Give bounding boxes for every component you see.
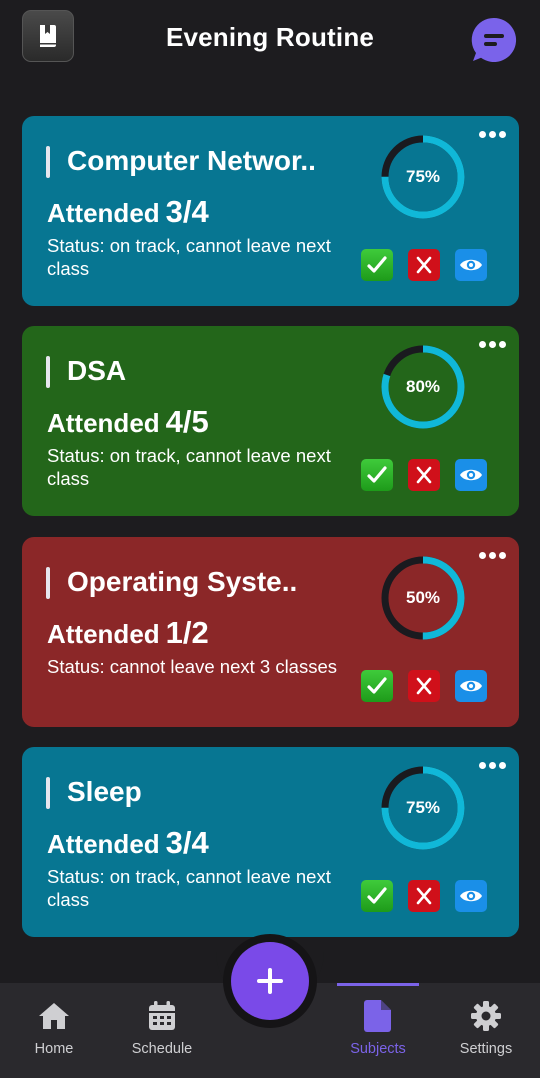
nav-item-home[interactable]: Home	[4, 983, 104, 1078]
percent-label: 50%	[405, 588, 441, 607]
card-accent-bar	[46, 356, 50, 388]
attended-value: 4/5	[165, 404, 209, 439]
nav-item-schedule[interactable]: Schedule	[112, 983, 212, 1078]
card-accent-bar	[46, 146, 50, 178]
status-text: Status: on track, cannot leave next clas…	[47, 235, 331, 279]
attended-label: Attended	[47, 408, 160, 438]
subject-title: DSA	[67, 355, 127, 386]
app-header: Evening Routine	[0, 0, 540, 82]
mark-present-button[interactable]	[361, 249, 393, 281]
more-options-icon[interactable]	[477, 124, 507, 144]
status-text: Status: cannot leave next 3 classes	[47, 656, 338, 677]
mark-absent-button[interactable]	[408, 670, 440, 702]
nav-label-settings: Settings	[459, 1041, 513, 1057]
attended-value: 1/2	[165, 615, 209, 650]
attendance-summary: Attended 4/5	[47, 404, 209, 440]
nav-label-schedule: Schedule	[131, 1041, 193, 1057]
attendance-summary: Attended 3/4	[47, 194, 209, 230]
cross-icon	[416, 256, 432, 274]
percent-label: 80%	[405, 377, 441, 396]
mark-present-button[interactable]	[361, 880, 393, 912]
subject-title: Sleep	[67, 776, 142, 807]
check-icon	[367, 887, 387, 904]
subject-title: Computer Networ..	[67, 145, 316, 176]
subject-card[interactable]: Operating Syste.. Attended 1/2 Status: ca…	[22, 537, 519, 727]
more-options-icon[interactable]	[477, 755, 507, 775]
eye-icon	[460, 259, 482, 271]
attended-label: Attended	[47, 829, 160, 859]
attended-label: Attended	[47, 198, 160, 228]
attended-label: Attended	[47, 619, 160, 649]
nav-label-home: Home	[34, 1041, 74, 1057]
nav-label-subjects: Subjects	[350, 1041, 406, 1057]
eye-icon	[460, 680, 482, 692]
more-options-icon[interactable]	[477, 334, 507, 354]
check-icon	[367, 256, 387, 273]
nav-item-settings[interactable]: Settings	[436, 983, 536, 1078]
mark-present-button[interactable]	[361, 459, 393, 491]
page-title: Evening Routine	[165, 22, 375, 52]
more-options-icon[interactable]	[477, 545, 507, 565]
attended-value: 3/4	[165, 825, 209, 860]
mark-absent-button[interactable]	[408, 880, 440, 912]
mark-absent-button[interactable]	[408, 459, 440, 491]
percent-label: 75%	[405, 798, 441, 817]
cross-icon	[416, 887, 432, 905]
document-icon	[361, 999, 395, 1033]
view-details-button[interactable]	[455, 670, 487, 702]
subject-card[interactable]: Sleep Attended 3/4 Status: on track, cann…	[22, 747, 519, 937]
cross-icon	[416, 677, 432, 695]
view-details-button[interactable]	[455, 459, 487, 491]
subject-card[interactable]: DSA Attended 4/5 Status: on track, cannot…	[22, 326, 519, 516]
subject-card[interactable]: Computer Networ.. Attended 3/4 Status: on…	[22, 116, 519, 306]
card-accent-bar	[46, 567, 50, 599]
mark-present-button[interactable]	[361, 670, 393, 702]
calendar-icon	[145, 999, 179, 1033]
attendance-summary: Attended 1/2	[47, 615, 209, 651]
chat-button[interactable]	[470, 16, 518, 64]
chat-icon	[471, 17, 517, 62]
check-icon	[367, 466, 387, 483]
card-accent-bar	[46, 777, 50, 809]
nav-item-subjects[interactable]: Subjects	[328, 983, 428, 1078]
eye-icon	[460, 890, 482, 902]
gear-icon	[469, 999, 503, 1033]
subject-title: Operating Syste..	[67, 566, 298, 597]
add-subject-button[interactable]	[231, 942, 309, 1020]
home-icon	[37, 999, 71, 1033]
view-details-button[interactable]	[455, 249, 487, 281]
mark-absent-button[interactable]	[408, 249, 440, 281]
attendance-summary: Attended 3/4	[47, 825, 209, 861]
eye-icon	[460, 469, 482, 481]
cross-icon	[416, 466, 432, 484]
check-icon	[367, 677, 387, 694]
status-text: Status: on track, cannot leave next clas…	[47, 866, 331, 910]
plus-icon	[257, 968, 283, 994]
percent-label: 75%	[405, 167, 441, 186]
status-text: Status: on track, cannot leave next clas…	[47, 445, 331, 489]
view-details-button[interactable]	[455, 880, 487, 912]
attended-value: 3/4	[165, 194, 209, 229]
